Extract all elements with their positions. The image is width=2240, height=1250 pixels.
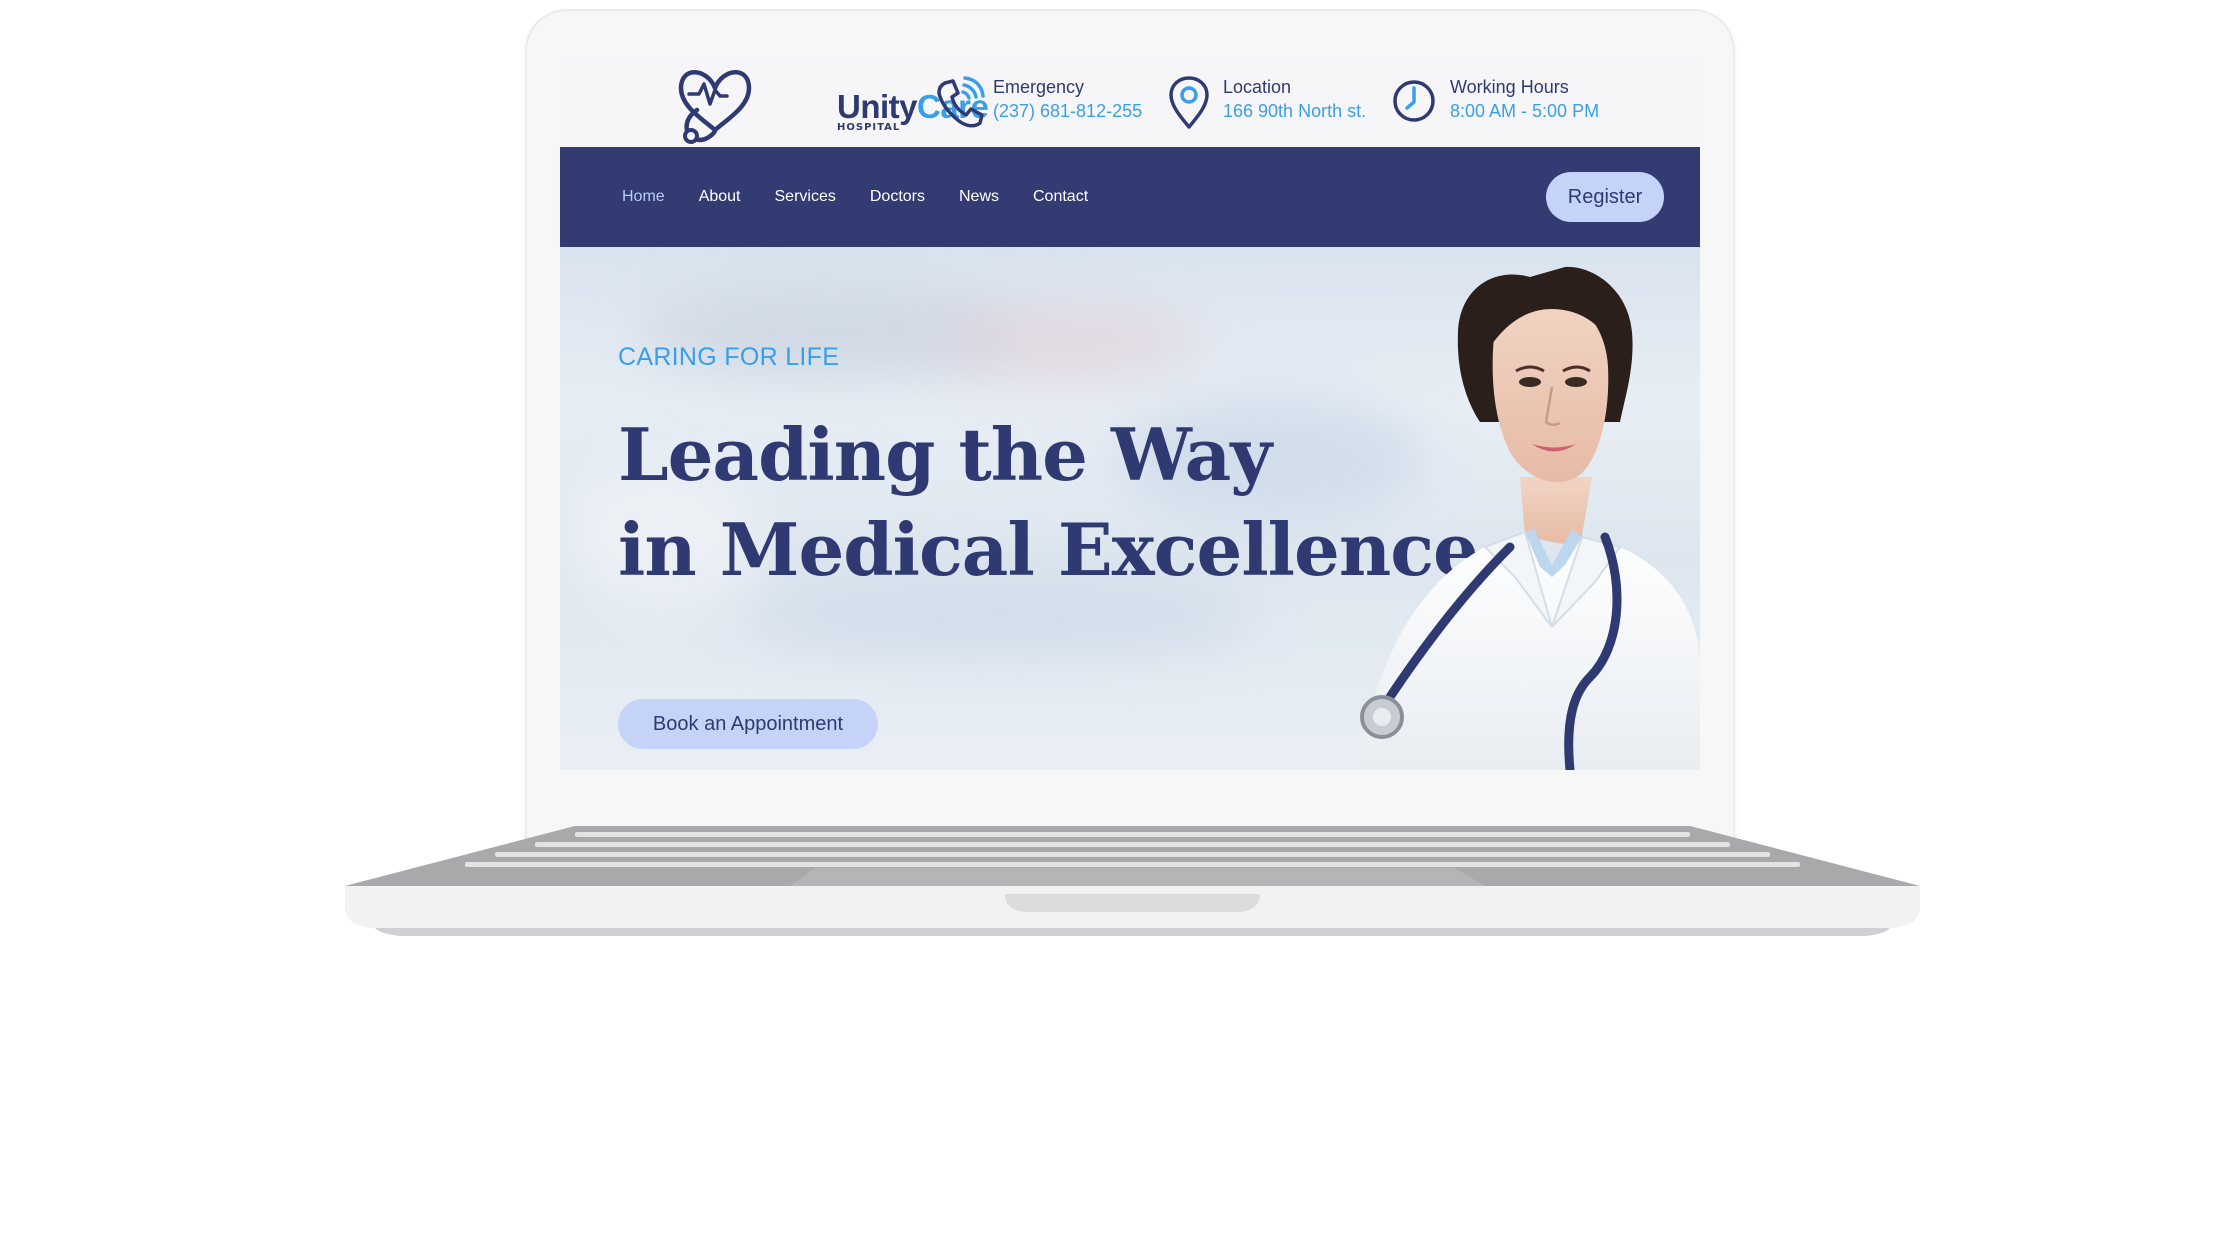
nav-link-about[interactable]: About xyxy=(699,188,741,206)
location-pin-icon xyxy=(1169,76,1209,129)
location-info[interactable]: Location 166 90th North st. xyxy=(1165,73,1385,133)
nav-link-contact[interactable]: Contact xyxy=(1033,188,1088,206)
heart-stethoscope-icon xyxy=(678,70,752,144)
emergency-info[interactable]: Emergency (237) 681-812-255 xyxy=(935,73,1155,133)
nav-link-news[interactable]: News xyxy=(959,188,999,206)
emergency-label: Emergency xyxy=(993,77,1085,97)
hospital-logo[interactable]: UnityCare HOSPITAL xyxy=(675,58,989,144)
location-label: Location xyxy=(1223,77,1292,97)
phone-icon xyxy=(937,76,985,128)
main-navigation: Home About Services Doctors News Contact… xyxy=(560,147,1700,247)
nav-link-services[interactable]: Services xyxy=(775,188,836,206)
working-hours-value: 8:00 AM - 5:00 PM xyxy=(1450,101,1600,121)
hero-section: CARING FOR LIFE Leading the Way in Medic… xyxy=(560,247,1700,770)
hero-kicker: CARING FOR LIFE xyxy=(618,343,840,371)
clock-icon xyxy=(1393,80,1435,122)
book-appointment-button[interactable]: Book an Appointment xyxy=(618,699,878,749)
working-hours-info: Working Hours 8:00 AM - 5:00 PM xyxy=(1392,73,1632,133)
emergency-phone[interactable]: (237) 681-812-255 xyxy=(993,101,1142,122)
nav-link-home[interactable]: Home xyxy=(622,188,665,206)
nav-links: Home About Services Doctors News Contact xyxy=(622,147,1122,247)
doctor-photo xyxy=(1360,266,1700,770)
hero-background-blur xyxy=(940,307,1200,377)
working-hours-label: Working Hours xyxy=(1450,77,1569,97)
logo-subtitle: HOSPITAL xyxy=(837,122,901,133)
nav-link-doctors[interactable]: Doctors xyxy=(870,188,925,206)
laptop-base xyxy=(345,826,1920,936)
browser-screen: UnityCare HOSPITAL Emergency (237) 681-8… xyxy=(560,55,1700,770)
location-address: 166 90th North st. xyxy=(1223,101,1367,121)
register-button[interactable]: Register xyxy=(1546,172,1664,222)
top-info-bar: UnityCare HOSPITAL Emergency (237) 681-8… xyxy=(560,55,1700,147)
